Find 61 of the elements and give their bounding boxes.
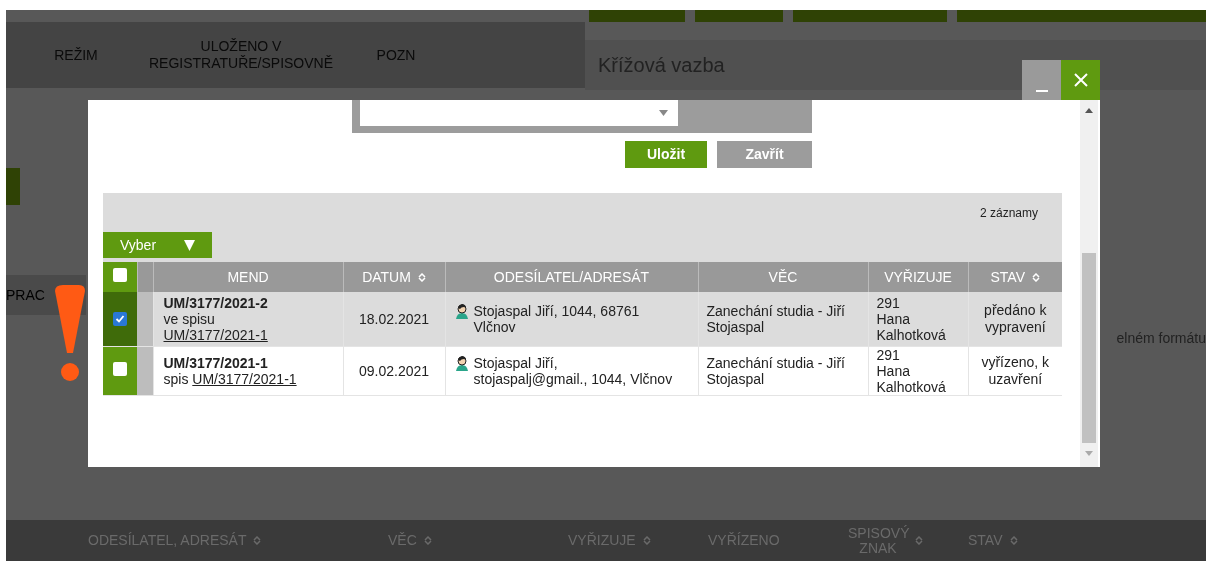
checkbox[interactable]: [113, 361, 127, 376]
handler-name: Hana Kalhotková: [876, 363, 947, 395]
sort-icon: [423, 536, 432, 545]
scroll-down-icon: [1085, 451, 1093, 456]
sort-icon: [1009, 536, 1018, 545]
dropdown-arrow-icon: [659, 110, 668, 116]
sort-icon: [915, 536, 923, 545]
sort-icon: [417, 272, 426, 282]
sort-icon: [253, 536, 262, 545]
close-icon: [1073, 73, 1088, 87]
column-header[interactable]: MEND: [227, 266, 269, 288]
caret-icon: [184, 239, 195, 251]
exclamation-icon: [55, 285, 85, 382]
side-button[interactable]: [6, 168, 20, 205]
record-count: 2 záznamy: [979, 204, 1038, 222]
relation-text: spis: [163, 371, 189, 387]
person-icon: [453, 355, 470, 371]
column-header[interactable]: REŽIM: [46, 46, 106, 64]
column-header[interactable]: DATUM: [362, 266, 426, 288]
handler-name: Hana Kalhotková: [876, 311, 947, 343]
column-header[interactable]: ULOŽENO V REGISTRATUŘE/SPISOVNĚ: [116, 38, 366, 72]
checkbox[interactable]: [113, 311, 127, 326]
handler-code: 291: [876, 295, 901, 311]
toolbar-button[interactable]: [793, 10, 947, 22]
document-number: UM/3177/2021-1: [163, 355, 269, 371]
column-header[interactable]: POZN: [366, 46, 426, 64]
scrollbar[interactable]: [1080, 100, 1098, 467]
toolbar-button[interactable]: [589, 10, 685, 22]
handler-code: 291: [876, 347, 901, 363]
date-text: 18.02.2021: [358, 310, 430, 327]
status-text: předáno k vypravení: [983, 302, 1048, 336]
person-icon: [453, 303, 470, 319]
status-text: vyřízeno, k uzavření: [980, 354, 1051, 388]
toolbar-button[interactable]: [957, 10, 1206, 22]
sort-icon: [1032, 272, 1040, 282]
column-header[interactable]: ODESÍLATEL/ADRESÁT: [493, 266, 650, 288]
document-number: UM/3177/2021-2: [163, 295, 269, 311]
toolbar-button[interactable]: [695, 10, 783, 22]
sender-text: Stojaspal Jiří, stojaspalj@gmail., 1044, Vlčnov: [473, 355, 674, 387]
file-link[interactable]: UM/3177/2021-1: [163, 327, 268, 343]
checkbox[interactable]: [112, 267, 127, 282]
subject-text: Zanechání studia - Jiří Stojaspal: [706, 355, 846, 387]
minimize-icon: [1035, 90, 1048, 92]
save-button[interactable]: Uložit: [625, 141, 707, 168]
column-header[interactable]: VĚC: [768, 266, 798, 288]
relation-text: ve spisu: [163, 311, 215, 327]
file-link[interactable]: UM/3177/2021-1: [192, 371, 297, 387]
close-dialog-button[interactable]: Zavřít: [717, 141, 812, 168]
dropdown-field[interactable]: [360, 100, 678, 126]
scrollbar-thumb[interactable]: [1082, 253, 1096, 443]
table-row[interactable]: UM/3177/2021-2 ve spisu UM/3177/2021-1 18.02.2021 Stojaspal Jiří, 1044, 68761 Vlčnov Zanechání studia - Jiří Stojaspal 291 Hana Kalhotková předáno k vypravení: [103, 292, 1062, 347]
select-menu-button[interactable]: Vyber: [103, 232, 212, 258]
scroll-up-icon: [1085, 108, 1093, 113]
column-header[interactable]: VYŘIZUJE: [884, 266, 952, 288]
sort-icon: [642, 536, 651, 545]
close-button[interactable]: [1061, 60, 1100, 100]
subject-text: Zanechání studia - Jiří Stojaspal: [706, 303, 846, 335]
column-header[interactable]: STAV: [990, 266, 1040, 288]
date-text: 09.02.2021: [358, 362, 430, 379]
table-row[interactable]: UM/3177/2021-1 spis UM/3177/2021-1 09.02.2021 Stojaspal Jiří, stojaspalj@gmail., 1044, Vlčnov Zanechání studia - Jiří Stojaspal 291 Hana Kalhotková vyřízeno, k uzavření: [103, 346, 1062, 396]
sender-text: Stojaspal Jiří, 1044, 68761 Vlčnov: [473, 303, 641, 335]
